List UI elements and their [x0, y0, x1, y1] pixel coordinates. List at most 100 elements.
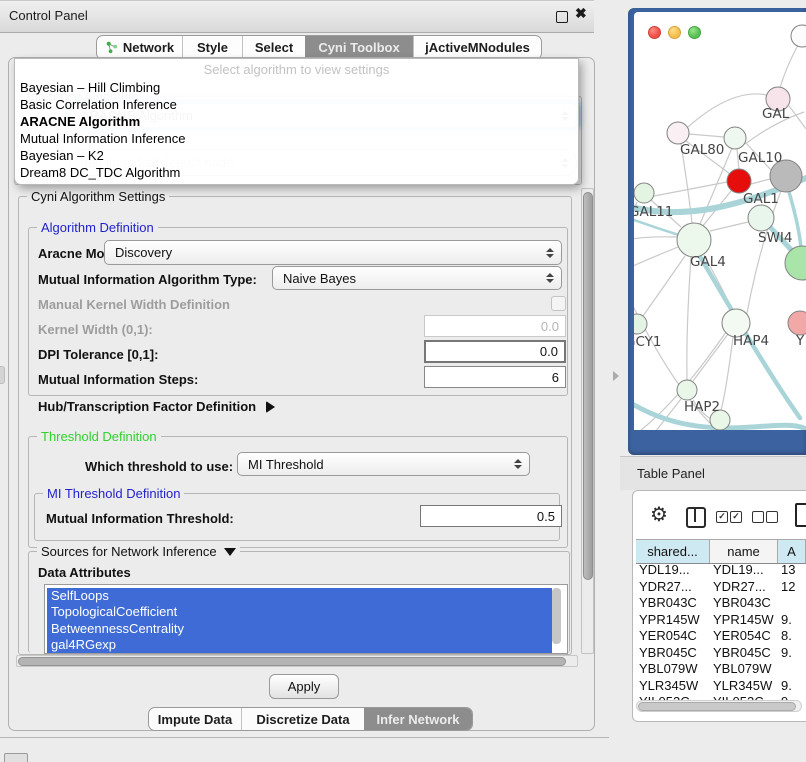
dropdown-item[interactable]: Dream8 DC_TDC Algorithm	[15, 164, 578, 181]
mi-algorithm-type-combobox[interactable]: Naive Bayes	[272, 266, 562, 290]
network-node[interactable]	[677, 380, 697, 400]
splitter-arrow-icon[interactable]	[613, 371, 619, 381]
network-view-window: GALGAL80GAL10GAL1GAL11SWI4GAL4HAP4YGCY1H…	[628, 8, 806, 455]
tab-impute-data[interactable]: Impute Data	[149, 708, 241, 730]
dropdown-item[interactable]: Basic Correlation Inference	[15, 96, 578, 113]
checked-checkbox-icon[interactable]: ✓	[730, 511, 742, 523]
mi-steps-input[interactable]: 6	[424, 366, 566, 388]
network-node[interactable]	[727, 169, 751, 193]
network-node[interactable]	[748, 205, 774, 231]
hub-definition-expander[interactable]: Hub/Transcription Factor Definition	[38, 399, 275, 414]
checked-checkbox-icon[interactable]: ✓	[716, 511, 728, 523]
network-node[interactable]	[634, 314, 647, 334]
table-hscrollbar-thumb[interactable]	[638, 702, 796, 711]
network-edge	[687, 257, 691, 380]
mi-steps-label: Mutual Information Steps:	[38, 372, 198, 387]
table-cell: 13	[778, 562, 806, 579]
kernel-width-input[interactable]: 0.0	[424, 315, 566, 337]
aracne-mode-combobox[interactable]: Discovery	[104, 240, 562, 265]
collapse-arrow-icon	[224, 548, 236, 556]
tab-network[interactable]: Network	[97, 36, 182, 59]
data-attributes-list[interactable]: SelfLoopsTopologicalCoefficientBetweenne…	[44, 584, 568, 654]
tab-select[interactable]: Select	[242, 36, 305, 59]
network-edge	[751, 179, 770, 184]
algorithm-dropdown-list: Bayesian – Hill ClimbingBasic Correlatio…	[15, 79, 578, 181]
table-row[interactable]: YBL079WYBL079W	[636, 661, 806, 678]
network-edge	[721, 337, 733, 410]
float-panel-icon[interactable]	[556, 11, 568, 23]
splitter-handle-left[interactable]	[0, 366, 5, 384]
unchecked-checkbox-icon[interactable]	[752, 511, 764, 523]
network-edge	[634, 237, 677, 240]
gear-icon[interactable]: ⚙	[650, 505, 668, 525]
node-label: Y	[795, 333, 805, 349]
mi-threshold-title: MI Threshold Definition	[43, 486, 184, 501]
list-scrollbar-thumb[interactable]	[552, 588, 561, 644]
zoom-traffic-light-icon[interactable]	[688, 26, 701, 39]
table-cell: YBL079W	[710, 661, 778, 678]
dropdown-item[interactable]: Bayesian – Hill Climbing	[15, 79, 578, 96]
combo-spinner-icon	[546, 248, 554, 258]
network-canvas[interactable]: GALGAL80GAL10GAL1GAL11SWI4GAL4HAP4YGCY1H…	[634, 12, 806, 430]
dropdown-item[interactable]: Bayesian – K2	[15, 147, 578, 164]
tab-jactivemnodules[interactable]: jActiveMNodules	[413, 36, 541, 59]
unchecked-checkbox-icon[interactable]	[766, 511, 778, 523]
table-row[interactable]: YPR145WYPR145W9.	[636, 612, 806, 629]
dpi-tolerance-input[interactable]: 0.0	[424, 340, 566, 363]
list-item[interactable]: SelfLoops	[47, 588, 552, 604]
table-row[interactable]: YDR27...YDR27...12	[636, 579, 806, 596]
threshold-definition-title: Threshold Definition	[37, 429, 161, 444]
column-header[interactable]: A	[778, 540, 806, 563]
column-header[interactable]: shared...	[636, 540, 710, 563]
panel-divider	[0, 737, 609, 738]
combo-spinner-icon	[546, 273, 554, 283]
close-traffic-light-icon[interactable]	[648, 26, 661, 39]
manual-kernel-width-checkbox[interactable]	[551, 296, 566, 311]
which-threshold-label: Which threshold to use:	[85, 459, 233, 474]
document-icon[interactable]	[795, 503, 806, 527]
network-node[interactable]	[667, 122, 689, 144]
columns-icon[interactable]	[686, 507, 706, 528]
table-row[interactable]: YLR345WYLR345W9.	[636, 678, 806, 695]
tab-infer-network[interactable]: Infer Network	[364, 708, 472, 730]
column-header[interactable]: name	[710, 540, 778, 563]
network-edge	[689, 134, 724, 137]
network-icon	[105, 41, 118, 54]
list-item[interactable]: gal4RGexp	[47, 637, 552, 653]
network-edge	[693, 334, 728, 381]
apply-button[interactable]: Apply	[269, 674, 339, 699]
minimize-traffic-light-icon[interactable]	[668, 26, 681, 39]
table-cell: YPR145W	[710, 612, 778, 629]
table-row[interactable]: YER054CYER054C8.	[636, 628, 806, 645]
table-row[interactable]: YBR045CYBR045C9.	[636, 645, 806, 662]
table-panel-titlebar: Table Panel	[620, 456, 806, 490]
network-node[interactable]	[677, 223, 711, 257]
dropdown-item[interactable]: Mutual Information Inference	[15, 130, 578, 147]
network-node[interactable]	[788, 311, 806, 335]
data-attributes-label: Data Attributes	[38, 565, 131, 580]
sources-group-title[interactable]: Sources for Network Inference	[37, 544, 240, 559]
close-icon[interactable]: ✖	[575, 5, 587, 22]
network-node[interactable]	[785, 246, 806, 280]
tab-style[interactable]: Style	[182, 36, 242, 59]
table-cell: YER054C	[710, 628, 778, 645]
network-node[interactable]	[791, 25, 806, 47]
list-item[interactable]: TopologicalCoefficient	[47, 604, 552, 620]
cyni-settings-title: Cyni Algorithm Settings	[27, 189, 169, 204]
table-row[interactable]: YDL19...YDL19...13	[636, 562, 806, 579]
table-row[interactable]: YBR043CYBR043C	[636, 595, 806, 612]
corner-grip-button[interactable]	[4, 753, 28, 762]
settings-vscrollbar-thumb[interactable]	[583, 192, 593, 580]
list-item[interactable]: BetweennessCentrality	[47, 621, 552, 637]
tab-cyni-toolbox[interactable]: Cyni Toolbox	[305, 36, 413, 59]
settings-hscrollbar-thumb[interactable]	[18, 657, 566, 666]
mi-threshold-label: Mutual Information Threshold:	[46, 511, 234, 526]
node-label: HAP4	[733, 333, 769, 349]
which-threshold-combobox[interactable]: MI Threshold	[237, 452, 530, 476]
tab-discretize-data[interactable]: Discretize Data	[241, 708, 364, 730]
dropdown-item[interactable]: ARACNE Algorithm	[15, 113, 578, 130]
table-cell: YDR27...	[636, 579, 710, 596]
network-node[interactable]	[724, 127, 746, 149]
mi-threshold-input[interactable]: 0.5	[420, 505, 562, 527]
network-node[interactable]	[634, 183, 654, 203]
